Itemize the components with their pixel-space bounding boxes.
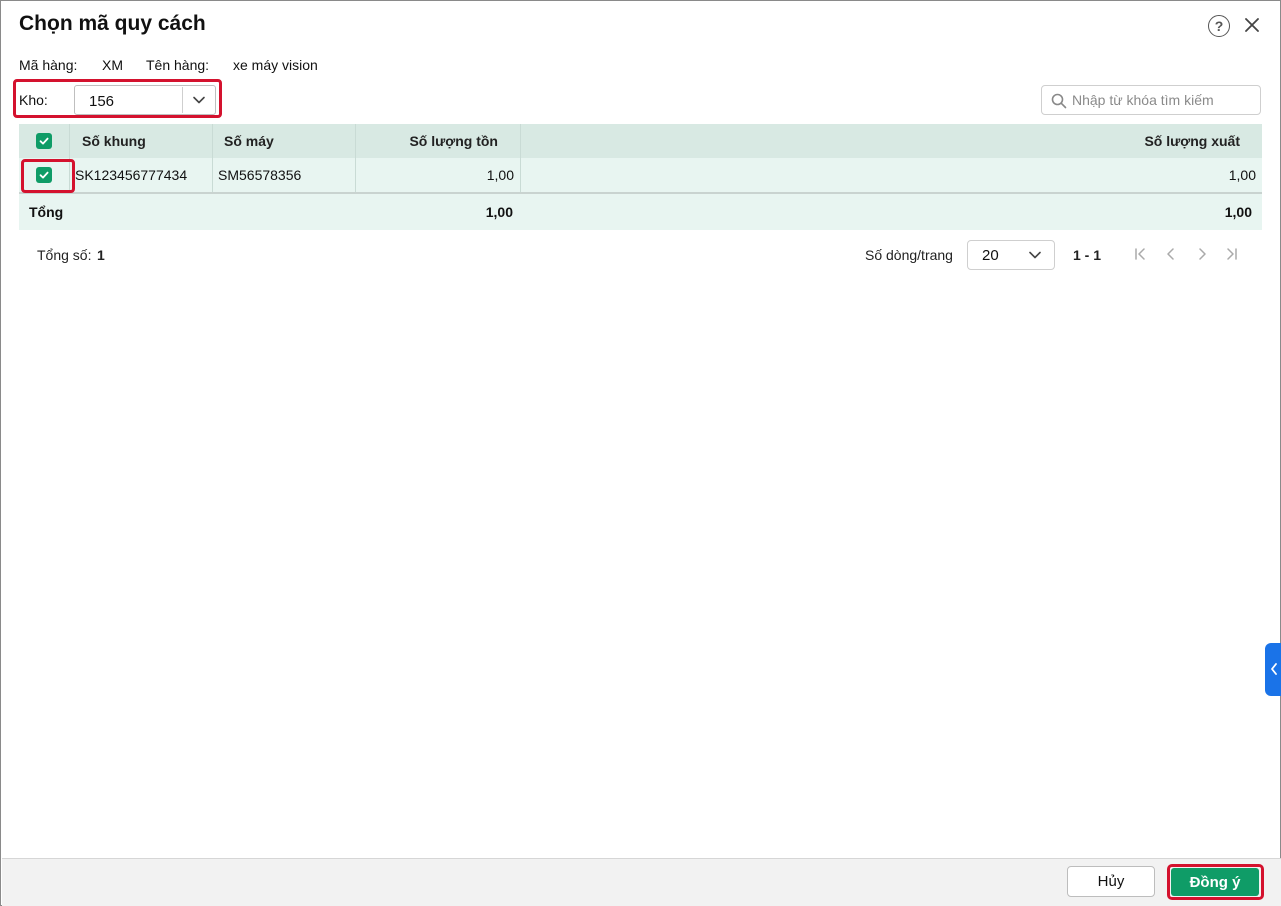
check-icon xyxy=(36,167,52,183)
close-icon[interactable] xyxy=(1241,14,1263,36)
header-so-may[interactable]: Số máy xyxy=(213,124,356,158)
check-icon xyxy=(36,133,52,149)
page-range: 1 - 1 xyxy=(1073,247,1102,263)
kho-select-divider xyxy=(182,87,183,113)
search-box[interactable] xyxy=(1041,85,1261,115)
total-count-label: Tổng số: xyxy=(37,247,92,263)
select-all-checkbox[interactable] xyxy=(19,124,70,158)
rows-per-page-value: 20 xyxy=(982,247,999,264)
cell-so-luong-xuat[interactable]: 1,00 xyxy=(521,158,1262,192)
cell-so-khung: SK123456777434 xyxy=(70,158,213,192)
dialog-title: Chọn mã quy cách xyxy=(19,12,206,35)
prev-page-icon[interactable] xyxy=(1162,245,1180,263)
chevron-left-icon xyxy=(1270,662,1278,678)
cell-so-luong-ton: 1,00 xyxy=(356,158,521,192)
side-panel-toggle[interactable] xyxy=(1265,643,1281,696)
next-page-icon[interactable] xyxy=(1193,245,1211,263)
row-checkbox[interactable] xyxy=(19,158,70,192)
total-label: Tổng xyxy=(29,204,64,220)
ten-hang-value: xe máy vision xyxy=(233,57,318,73)
header-so-khung[interactable]: Số khung xyxy=(70,124,213,158)
search-input[interactable] xyxy=(1072,90,1254,110)
search-icon xyxy=(1051,93,1067,112)
rows-per-page-label: Số dòng/trang xyxy=(865,247,953,263)
last-page-icon[interactable] xyxy=(1223,245,1241,263)
cell-so-may: SM56578356 xyxy=(213,158,356,192)
confirm-button[interactable]: Đồng ý xyxy=(1171,868,1259,896)
ma-hang-label: Mã hàng: xyxy=(19,57,78,73)
kho-select-value: 156 xyxy=(89,93,115,110)
total-so-luong-xuat: 1,00 xyxy=(1224,204,1252,220)
table-row[interactable]: SK123456777434 SM56578356 1,00 1,00 xyxy=(19,158,1262,194)
total-count-value: 1 xyxy=(97,247,105,263)
total-so-luong-ton: 1,00 xyxy=(485,204,513,220)
kho-select[interactable]: 156 xyxy=(74,85,216,115)
header-so-luong-ton[interactable]: Số lượng tồn xyxy=(356,124,521,158)
table-header-row: Số khung Số máy Số lượng tồn Số lượng xu… xyxy=(19,124,1262,158)
choose-spec-dialog: Chọn mã quy cách ? Mã hàng: XM Tên hàng:… xyxy=(0,0,1281,906)
kho-label: Kho: xyxy=(19,92,48,108)
ten-hang-label: Tên hàng: xyxy=(146,57,210,73)
header-so-luong-xuat[interactable]: Số lượng xuất xyxy=(521,124,1262,158)
cancel-button[interactable]: Hủy xyxy=(1067,866,1155,897)
table-total-row: Tổng 1,00 1,00 xyxy=(19,194,1262,230)
help-icon[interactable]: ? xyxy=(1208,15,1230,37)
first-page-icon[interactable] xyxy=(1131,245,1149,263)
chevron-down-icon xyxy=(192,93,206,110)
chevron-down-icon xyxy=(1028,248,1042,265)
ma-hang-value: XM xyxy=(102,57,123,73)
rows-per-page-select[interactable]: 20 xyxy=(967,240,1055,270)
